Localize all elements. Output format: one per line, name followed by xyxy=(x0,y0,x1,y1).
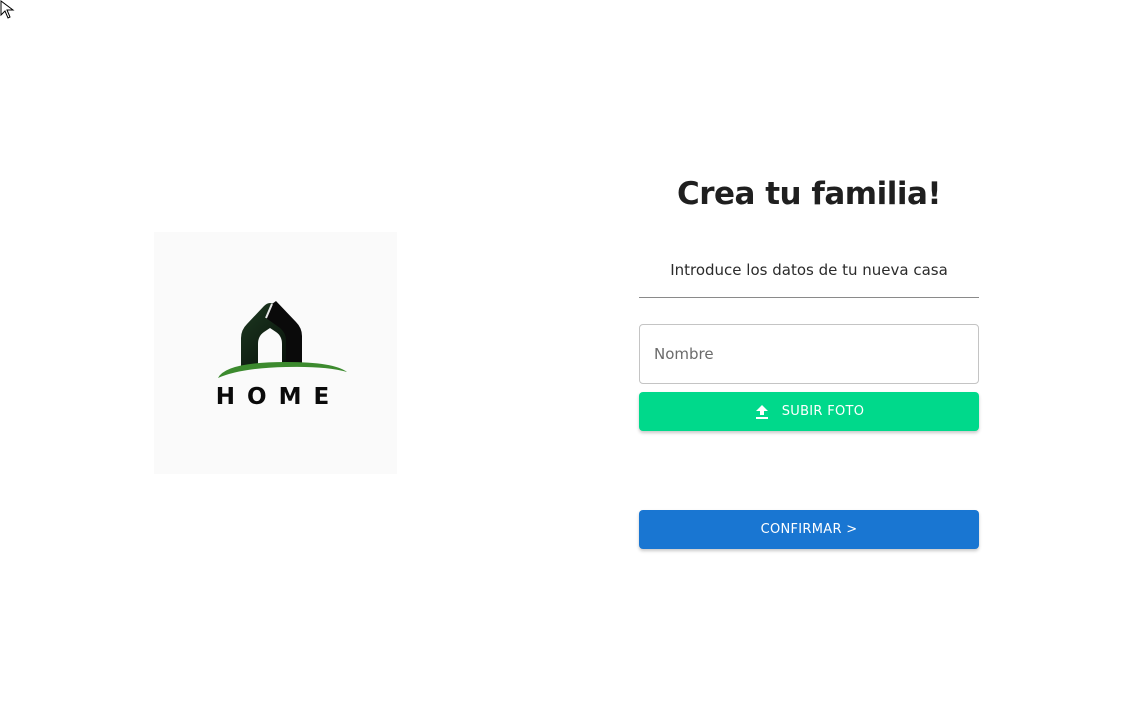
mouse-pointer-icon xyxy=(0,0,15,19)
upload-icon xyxy=(755,404,768,419)
form-subtitle: Introduce los datos de tu nueva casa xyxy=(670,261,948,279)
name-input[interactable] xyxy=(639,324,979,384)
house-logo-icon xyxy=(218,301,347,378)
divider xyxy=(639,297,979,298)
create-family-form: Crea tu familia! Introduce los datos de … xyxy=(639,170,979,549)
upload-photo-label: SUBIR FOTO xyxy=(781,404,865,419)
page-title: Crea tu familia! xyxy=(676,176,942,212)
logo-wordmark: HOME xyxy=(215,384,342,410)
page: HOME Crea tu familia! Introduce los dato… xyxy=(0,0,1131,701)
upload-photo-button[interactable]: SUBIR FOTO xyxy=(639,392,979,431)
logo: HOME xyxy=(154,232,397,474)
confirm-label: CONFIRMAR > xyxy=(760,522,858,537)
confirm-button[interactable]: CONFIRMAR > xyxy=(639,510,979,549)
